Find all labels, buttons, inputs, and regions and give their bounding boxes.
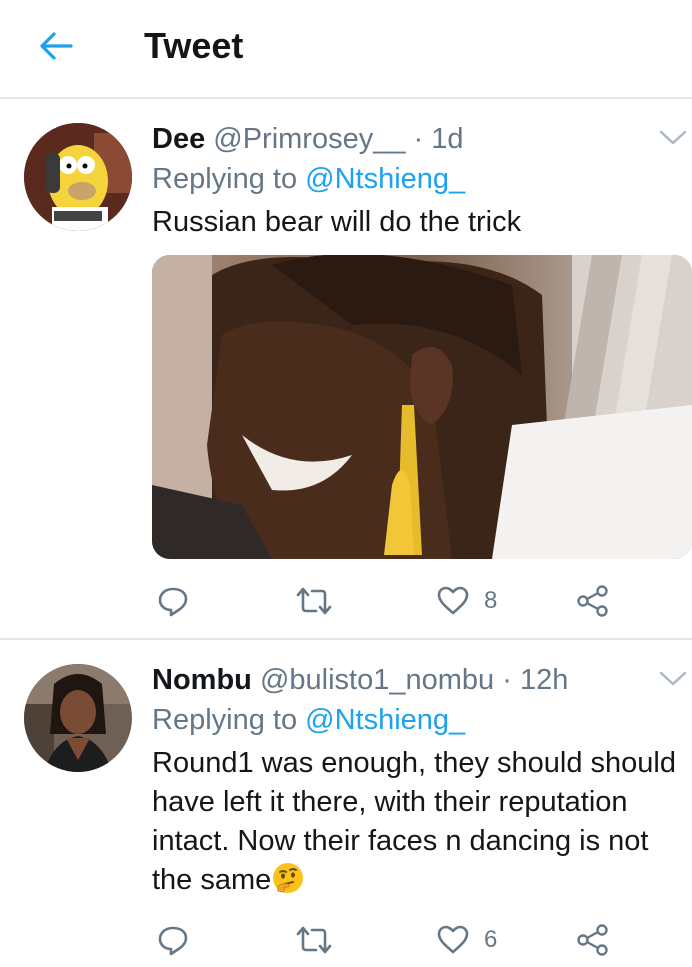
display-name[interactable]: Nombu (152, 664, 252, 696)
arrow-left-icon (40, 32, 73, 60)
replying-to: Replying to @Ntshieng_ (152, 159, 684, 199)
avatar-image (24, 123, 132, 231)
separator: · (502, 664, 512, 696)
page-title: Tweet (144, 25, 244, 66)
share-button[interactable] (576, 579, 610, 623)
retweet-button[interactable] (294, 918, 334, 962)
chevron-down-icon[interactable] (658, 668, 688, 688)
tweet-text: Round1 was enough, they should should ha… (152, 744, 684, 900)
retweet-button[interactable] (294, 579, 334, 623)
replying-prefix: Replying to (152, 163, 298, 195)
back-button[interactable] (36, 26, 76, 66)
tweet-text: Russian bear will do the trick (152, 206, 522, 238)
avatar-image (24, 664, 132, 772)
mention-link[interactable]: @Ntshieng_ (305, 704, 465, 736)
tweet-actions: 6 (152, 918, 632, 962)
share-button[interactable] (576, 918, 610, 962)
tweet-photo[interactable] (152, 255, 692, 559)
tweet-actions: 8 (152, 579, 632, 623)
handle[interactable]: @Primrosey__ (213, 123, 405, 155)
tweet-meta: Dee @Primrosey__ · 1d (152, 119, 684, 159)
tweet-content: Dee @Primrosey__ · 1d Replying to @Ntshi… (152, 119, 684, 242)
reply-icon (158, 926, 188, 956)
timestamp[interactable]: 1d (431, 123, 463, 155)
like-button[interactable]: 8 (436, 579, 497, 623)
mention-link[interactable]: @Ntshieng_ (305, 163, 465, 195)
reply-icon (158, 587, 188, 617)
tweet-reply[interactable]: Dee @Primrosey__ · 1d Replying to @Ntshi… (0, 101, 692, 640)
heart-icon (437, 925, 469, 954)
replying-prefix: Replying to (152, 704, 298, 736)
display-name[interactable]: Dee (152, 123, 205, 155)
like-count: 6 (484, 926, 498, 953)
handle[interactable]: @bulisto1_nombu (260, 664, 494, 696)
tweet-meta: Nombu @bulisto1_nombu · 12h (152, 660, 684, 700)
separator: · (413, 123, 424, 155)
top-bar: Tweet (0, 0, 692, 99)
retweet-icon (296, 587, 332, 615)
tweet-reply[interactable]: Nombu @bulisto1_nombu · 12h Replying to … (0, 642, 692, 967)
photo-image (152, 255, 692, 559)
heart-icon (437, 586, 469, 615)
tweet-text-content: Round1 was enough, they should should ha… (152, 747, 676, 896)
reply-button[interactable] (156, 918, 190, 962)
like-count: 8 (484, 587, 498, 614)
share-icon (577, 585, 608, 617)
retweet-icon (296, 926, 332, 954)
avatar[interactable] (24, 123, 132, 231)
thinking-face-emoji (273, 863, 304, 893)
like-button[interactable]: 6 (436, 918, 497, 962)
share-icon (577, 924, 608, 956)
tweet-content: Nombu @bulisto1_nombu · 12h Replying to … (152, 660, 684, 900)
replying-to: Replying to @Ntshieng_ (152, 700, 684, 740)
avatar[interactable] (24, 664, 132, 772)
timestamp[interactable]: 12h (520, 664, 568, 696)
reply-button[interactable] (156, 579, 190, 623)
chevron-down-icon[interactable] (658, 127, 688, 147)
